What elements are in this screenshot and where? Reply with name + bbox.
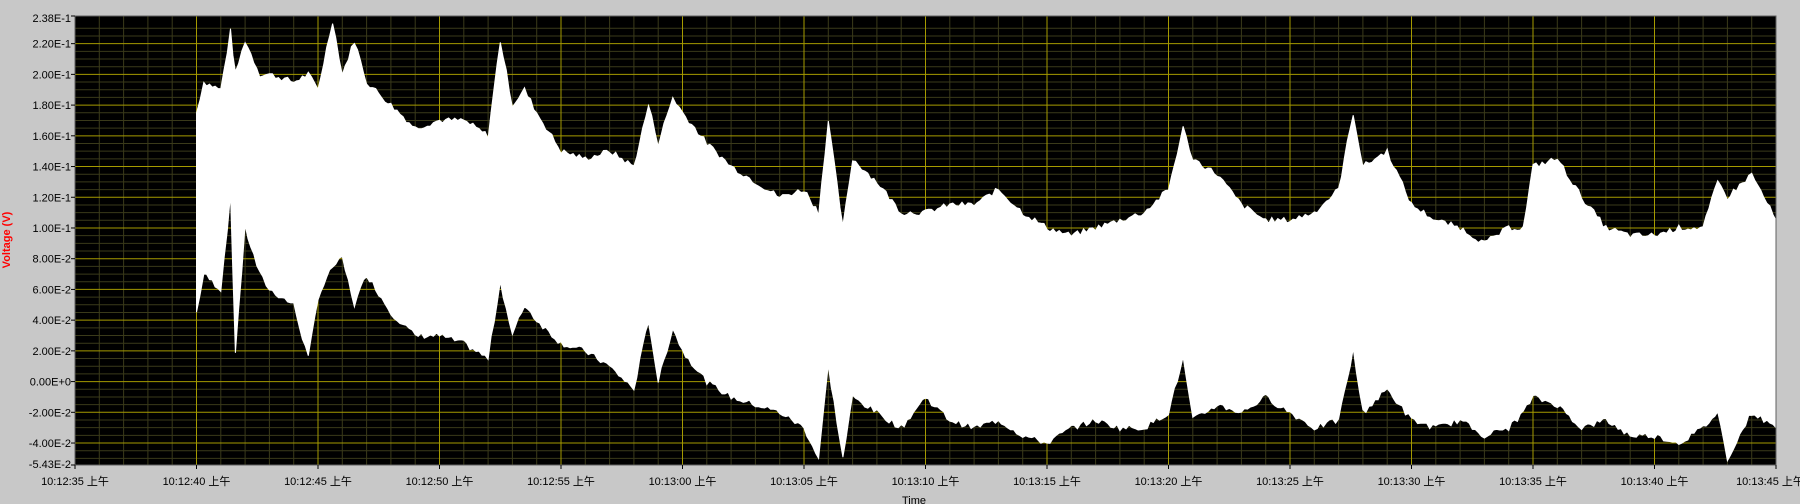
x-tick-label: 10:13:15 上午 (1013, 475, 1081, 488)
y-tick-label: -2.00E-2 (29, 407, 71, 419)
x-tick-label: 10:13:20 上午 (1135, 475, 1203, 488)
x-tick-label: 10:12:35 上午 (41, 475, 109, 488)
x-tick-label: 10:12:55 上午 (527, 475, 595, 488)
y-tick-label: 6.00E-2 (32, 284, 71, 296)
x-tick-label: 10:13:25 上午 (1256, 475, 1324, 488)
x-tick-label: 10:13:35 上午 (1499, 475, 1567, 488)
x-tick-label: 10:13:10 上午 (892, 475, 960, 488)
x-tick-label: 10:13:45 上午 (1736, 475, 1800, 488)
y-tick-label: 2.38E-1 (32, 13, 71, 25)
x-tick-label: 10:12:50 上午 (406, 475, 474, 488)
y-tick-label: 1.20E-1 (32, 192, 71, 204)
y-tick-label: 0.00E+0 (30, 377, 71, 389)
y-tick-label: 1.00E-1 (32, 223, 71, 235)
y-tick-label: -5.43E-2 (29, 459, 71, 471)
y-tick-label: 1.60E-1 (32, 131, 71, 143)
y-tick-label: 1.40E-1 (32, 162, 71, 174)
y-tick-label: 8.00E-2 (32, 254, 71, 266)
y-axis-label: Voltage (V) (1, 211, 13, 268)
x-tick-label: 10:13:40 上午 (1621, 475, 1689, 488)
y-tick-label: 1.80E-1 (32, 100, 71, 112)
voltage-time-chart: 2.38E-1 2.20E-1 2.00E-1 1.80E-1 1.60E-1 1.40E… (0, 0, 1800, 504)
x-tick-label: 10:13:30 上午 (1378, 475, 1446, 488)
y-tick-label: -4.00E-2 (29, 438, 71, 450)
x-tick-label: 10:12:45 上午 (284, 475, 352, 488)
x-tick-label: 10:13:05 上午 (770, 475, 838, 488)
y-tick-label: 2.00E-2 (32, 346, 71, 358)
y-tick-label: 2.20E-1 (32, 39, 71, 51)
x-tick-label: 10:13:00 上午 (649, 475, 717, 488)
x-axis-label: Time (902, 495, 926, 504)
x-tick-label: 10:12:40 上午 (163, 475, 231, 488)
y-tick-label: 2.00E-1 (32, 69, 71, 81)
y-tick-label: 4.00E-2 (32, 315, 71, 327)
